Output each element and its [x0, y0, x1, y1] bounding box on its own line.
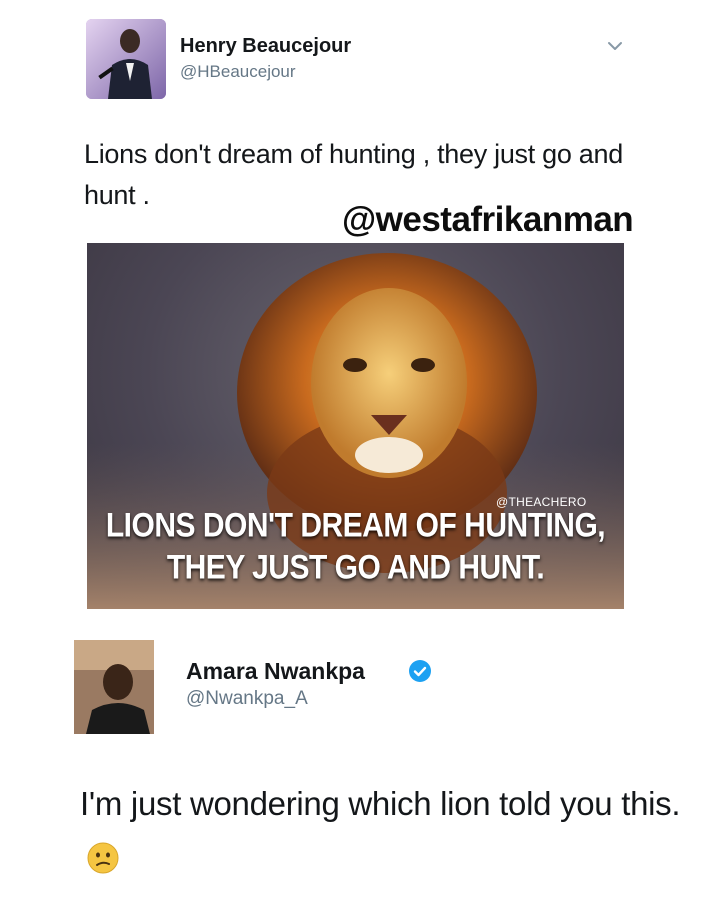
author-handle[interactable]: @HBeaucejour	[180, 62, 296, 82]
tweet-text-body: I'm just wondering which lion told you t…	[80, 785, 681, 822]
verified-badge-icon	[408, 659, 432, 683]
avatar-photo	[86, 19, 166, 99]
tweet-text: I'm just wondering which lion told you t…	[80, 776, 700, 886]
avatar-photo	[74, 640, 154, 734]
author-avatar-henry[interactable]	[86, 19, 166, 99]
confused-face-icon	[86, 836, 120, 874]
tweet-image-lion[interactable]: @THEACHERO LIONS DON'T DREAM OF HUNTING,…	[87, 243, 624, 609]
author-handle[interactable]: @Nwankpa_A	[186, 688, 308, 710]
image-caption-line1: LIONS DON'T DREAM OF HUNTING,	[105, 506, 606, 545]
author-avatar-amara[interactable]	[74, 640, 154, 734]
author-name[interactable]: Henry Beaucejour	[180, 35, 351, 58]
watermark-text: @westafrikanman	[342, 200, 634, 239]
chevron-down-icon[interactable]	[605, 36, 625, 56]
author-name[interactable]: Amara Nwankpa	[186, 658, 365, 685]
image-caption-line2: THEY JUST GO AND HUNT.	[166, 548, 545, 587]
